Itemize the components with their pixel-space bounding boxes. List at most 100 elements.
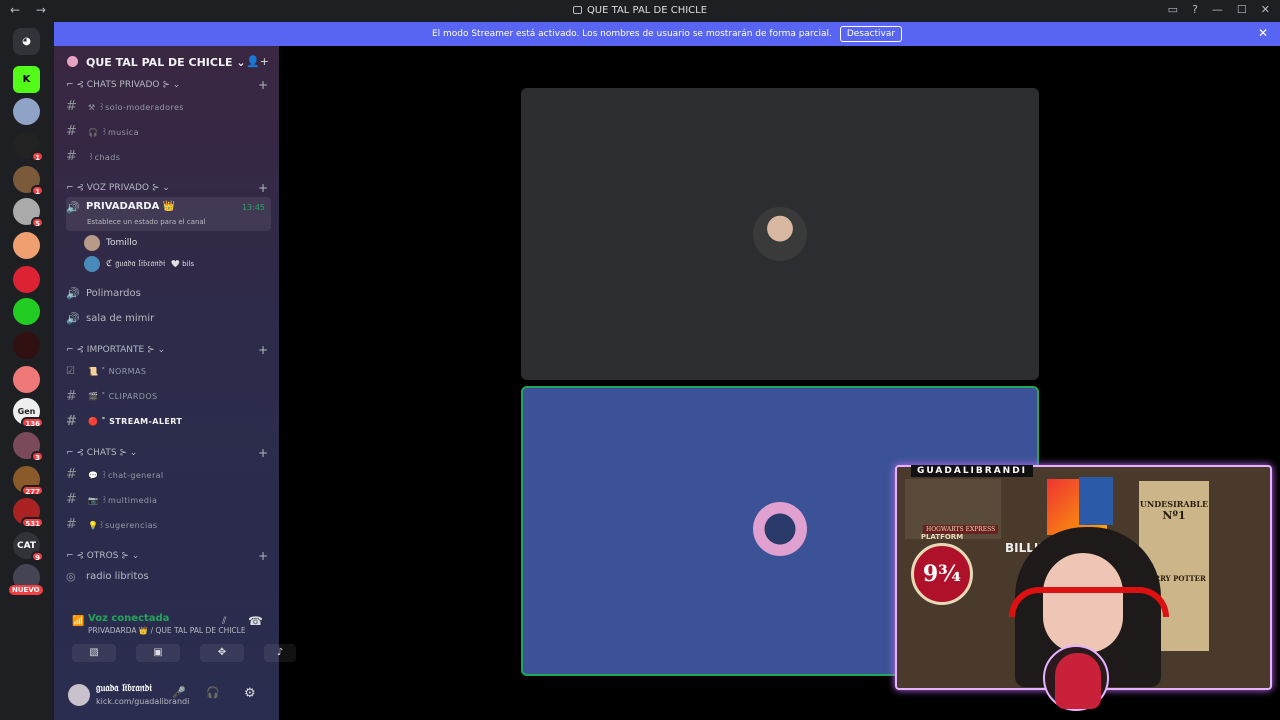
server-icon-4[interactable]: 5 bbox=[13, 198, 44, 228]
server-icon-12[interactable]: 531 bbox=[13, 498, 44, 528]
channel-label: 🎧 ꒱musica bbox=[88, 127, 139, 137]
server-gen[interactable]: Gen 136 bbox=[13, 398, 44, 428]
server-cat[interactable]: CAT 9 bbox=[13, 532, 44, 562]
channel-multimedia[interactable]: # 📷 ꒱multimedia bbox=[66, 488, 271, 510]
badge: 9 bbox=[31, 551, 44, 562]
screen-share-button[interactable]: ▣ bbox=[136, 644, 180, 662]
video-tile-1[interactable] bbox=[521, 88, 1039, 380]
avatar bbox=[84, 256, 100, 272]
webcam-overlay: GUADALIBRANDI HOGWARTS EXPRESS PLATFORM … bbox=[895, 465, 1272, 711]
channel-clipardos[interactable]: # 🎬 ˚ CLIPARDOS bbox=[66, 385, 271, 407]
voice-channel-label: sala de mimir bbox=[86, 312, 155, 324]
category-importante[interactable]: ⌐ ⊰ IMPORTANTE ⊱ ⌄ + bbox=[66, 343, 268, 357]
add-user-icon[interactable]: 👤+ bbox=[246, 55, 269, 68]
voice-status: Voz conectada bbox=[88, 613, 170, 624]
channel-chads[interactable]: # ꒱chads bbox=[66, 145, 271, 167]
server-header[interactable]: QUE TAL PAL DE CHICLE ⌄ 👤+ bbox=[54, 52, 279, 74]
signal-icon[interactable]: 📶 bbox=[72, 616, 84, 627]
platform-number: 9¾ bbox=[922, 561, 962, 587]
server-icon-5[interactable] bbox=[13, 232, 40, 259]
server-icon-6[interactable] bbox=[13, 266, 40, 293]
channel-label: ꒱chads bbox=[88, 152, 121, 162]
disconnect-icon[interactable]: ☎ bbox=[248, 614, 263, 628]
avatar-figure bbox=[1055, 653, 1101, 709]
poster-undesirable-number: Nº1 bbox=[1162, 509, 1186, 522]
streamer-avatar-badge bbox=[1043, 645, 1109, 711]
category-chats[interactable]: ⌐ ⊰ CHATS ⊱ ⌄ + bbox=[66, 446, 268, 460]
badge: 531 bbox=[21, 517, 44, 528]
platform-label: PLATFORM bbox=[920, 533, 964, 541]
server-icon-1[interactable] bbox=[13, 98, 40, 125]
server-gen-label: Gen bbox=[17, 407, 36, 416]
server-icon-10[interactable]: 3 bbox=[13, 432, 44, 462]
category-voz-privado[interactable]: ⌐ ⊰ VOZ PRIVADO ⊱ ⌄ + bbox=[66, 181, 268, 195]
voice-channel-label: Polimardos bbox=[86, 287, 141, 299]
voice-user-name: ℭ 𝔤𝔲𝔞𝔡𝔞 𝔩𝔦𝔟𝔯𝔞𝔫𝔡𝔦 bbox=[106, 259, 166, 269]
category-label: ⊰ OTROS ⊱ bbox=[76, 551, 129, 561]
voice-channel-timer: 13:45 bbox=[241, 203, 265, 212]
server-icon-2[interactable]: 1 bbox=[13, 132, 44, 162]
soundboard-button[interactable]: ♪ bbox=[264, 644, 296, 662]
badge: 3 bbox=[31, 451, 44, 462]
channel-label: 💡꒱sugerencias bbox=[88, 520, 158, 530]
channel-sidebar: QUE TAL PAL DE CHICLE ⌄ 👤+ ⌐ ⊰ CHATS PRI… bbox=[54, 46, 296, 720]
noise-suppression-icon[interactable]: ⫽ bbox=[222, 616, 226, 627]
microphone-icon[interactable]: 🎤 bbox=[172, 686, 186, 699]
channel-label: 💬 ꒱chat-general bbox=[88, 470, 164, 480]
add-channel-icon[interactable]: + bbox=[258, 446, 268, 460]
server-icon-11[interactable]: 277 bbox=[13, 466, 44, 496]
settings-gear-icon[interactable]: ⚙ bbox=[244, 686, 256, 701]
add-channel-icon[interactable]: + bbox=[258, 549, 268, 563]
category-label: ⊰ VOZ PRIVADO ⊱ bbox=[76, 183, 160, 193]
category-chats-privado[interactable]: ⌐ ⊰ CHATS PRIVADO ⊱ ⌄ + bbox=[66, 78, 268, 92]
channel-label: 🔴 ˚ STREAM-ALERT bbox=[88, 416, 183, 426]
help-icon[interactable]: ? bbox=[1192, 3, 1198, 16]
camera-off-button[interactable]: ▧ bbox=[72, 644, 116, 662]
close-icon[interactable]: ✕ bbox=[1261, 3, 1270, 16]
voice-channel-status[interactable]: Establece un estado para el canal bbox=[87, 218, 206, 226]
user-panel: 𝔤𝔲𝔞𝔡𝔞 𝔩𝔦𝔟𝔯𝔞𝔫𝔡𝔦 kick.com/guadalibrandi 🎤 … bbox=[54, 676, 279, 720]
badge: 277 bbox=[21, 485, 44, 496]
channel-solo-moderadores[interactable]: # ⚒ ꒱solo-moderadores bbox=[66, 95, 271, 117]
voice-location[interactable]: PRIVADARDA 👑 / QUE TAL PAL DE CHICLE bbox=[88, 626, 246, 635]
channel-label: ⚒ ꒱solo-moderadores bbox=[88, 102, 184, 112]
category-otros[interactable]: ⌐ ⊰ OTROS ⊱ ⌄ + bbox=[66, 549, 268, 563]
server-icon-7[interactable] bbox=[13, 298, 40, 325]
voice-channel-polimardos[interactable]: 🔊 Polimardos bbox=[66, 282, 271, 304]
server-kick[interactable]: K bbox=[13, 66, 40, 93]
voice-channel-privadarda[interactable]: 🔊 PRIVADARDA 👑 13:45 Establece un estado… bbox=[66, 197, 271, 231]
channel-sugerencias[interactable]: # 💡꒱sugerencias bbox=[66, 513, 271, 535]
server-icon-3[interactable]: 1 bbox=[13, 166, 44, 196]
server-icon-9[interactable] bbox=[13, 366, 40, 393]
voice-channel-sala-de-mimir[interactable]: 🔊 sala de mimir bbox=[66, 307, 271, 329]
minimize-icon[interactable]: — bbox=[1212, 3, 1223, 16]
inbox-icon[interactable]: ▭ bbox=[1168, 3, 1178, 16]
add-channel-icon[interactable]: + bbox=[258, 181, 268, 195]
channel-chat-general[interactable]: # 💬 ꒱chat-general bbox=[66, 463, 271, 485]
server-name-text: QUE TAL PAL DE CHICLE bbox=[86, 56, 233, 69]
poster bbox=[1079, 477, 1113, 525]
add-channel-icon[interactable]: + bbox=[258, 343, 268, 357]
server-icon-8[interactable] bbox=[13, 332, 40, 359]
poster-undesirable-title: UNDESIRABLE bbox=[1139, 499, 1209, 509]
channel-normas[interactable]: ☑ 📜 ˚ NORMAS bbox=[66, 360, 271, 382]
avatar[interactable] bbox=[68, 684, 90, 706]
hash-icon: # bbox=[66, 491, 77, 507]
headphones-icon[interactable]: 🎧 bbox=[206, 686, 220, 699]
category-label: ⊰ IMPORTANTE ⊱ bbox=[76, 345, 155, 355]
maximize-icon[interactable]: ☐ bbox=[1237, 3, 1247, 16]
activities-button[interactable]: ✥ bbox=[200, 644, 244, 662]
window-title: QUE TAL PAL DE CHICLE bbox=[0, 5, 1280, 16]
voice-user-tomillo[interactable]: Tomillo bbox=[84, 235, 137, 251]
server-rail: ◕ K 1 1 5 Gen 136 3 277 531 CAT 9 NUEVO bbox=[0, 22, 54, 720]
avatar bbox=[753, 502, 807, 556]
discord-home-icon[interactable]: ◕ bbox=[13, 28, 40, 55]
deactivate-button[interactable]: Desactivar bbox=[839, 26, 903, 42]
channel-musica[interactable]: # 🎧 ꒱musica bbox=[66, 120, 271, 142]
stage-channel-radio-libritos[interactable]: ◎ radio libritos bbox=[66, 565, 271, 587]
voice-user-guada[interactable]: ℭ 𝔤𝔲𝔞𝔡𝔞 𝔩𝔦𝔟𝔯𝔞𝔫𝔡𝔦 🤍 bils bbox=[84, 256, 194, 272]
add-channel-icon[interactable]: + bbox=[258, 78, 268, 92]
channel-stream-alert[interactable]: # 🔴 ˚ STREAM-ALERT bbox=[66, 410, 271, 432]
banner-close-icon[interactable]: ✕ bbox=[1258, 26, 1268, 40]
avatar bbox=[84, 235, 100, 251]
